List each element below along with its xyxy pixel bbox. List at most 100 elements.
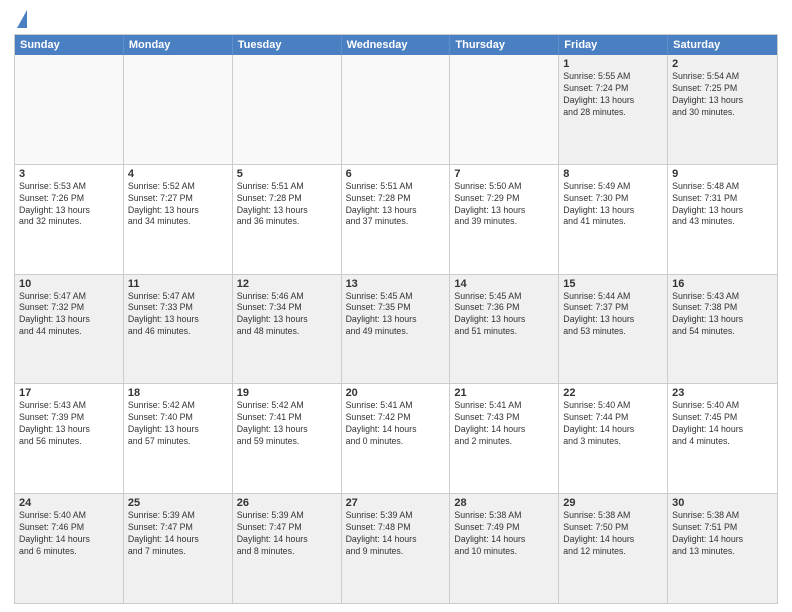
calendar-cell: 1Sunrise: 5:55 AM Sunset: 7:24 PM Daylig… <box>559 55 668 164</box>
calendar-cell: 4Sunrise: 5:52 AM Sunset: 7:27 PM Daylig… <box>124 165 233 274</box>
calendar-cell: 27Sunrise: 5:39 AM Sunset: 7:48 PM Dayli… <box>342 494 451 603</box>
calendar-row-3: 17Sunrise: 5:43 AM Sunset: 7:39 PM Dayli… <box>15 383 777 493</box>
day-info: Sunrise: 5:40 AM Sunset: 7:44 PM Dayligh… <box>563 400 663 448</box>
header-cell-tuesday: Tuesday <box>233 35 342 55</box>
calendar-cell: 15Sunrise: 5:44 AM Sunset: 7:37 PM Dayli… <box>559 275 668 384</box>
calendar-cell: 25Sunrise: 5:39 AM Sunset: 7:47 PM Dayli… <box>124 494 233 603</box>
day-info: Sunrise: 5:49 AM Sunset: 7:30 PM Dayligh… <box>563 181 663 229</box>
day-info: Sunrise: 5:47 AM Sunset: 7:32 PM Dayligh… <box>19 291 119 339</box>
day-number: 25 <box>128 497 228 509</box>
day-number: 22 <box>563 387 663 399</box>
day-number: 11 <box>128 278 228 290</box>
calendar-cell: 13Sunrise: 5:45 AM Sunset: 7:35 PM Dayli… <box>342 275 451 384</box>
day-info: Sunrise: 5:48 AM Sunset: 7:31 PM Dayligh… <box>672 181 773 229</box>
calendar-cell: 14Sunrise: 5:45 AM Sunset: 7:36 PM Dayli… <box>450 275 559 384</box>
day-info: Sunrise: 5:46 AM Sunset: 7:34 PM Dayligh… <box>237 291 337 339</box>
day-number: 6 <box>346 168 446 180</box>
day-info: Sunrise: 5:47 AM Sunset: 7:33 PM Dayligh… <box>128 291 228 339</box>
day-number: 5 <box>237 168 337 180</box>
day-number: 1 <box>563 58 663 70</box>
calendar-cell: 17Sunrise: 5:43 AM Sunset: 7:39 PM Dayli… <box>15 384 124 493</box>
calendar-cell: 30Sunrise: 5:38 AM Sunset: 7:51 PM Dayli… <box>668 494 777 603</box>
calendar-header: SundayMondayTuesdayWednesdayThursdayFrid… <box>15 35 777 55</box>
calendar-row-0: 1Sunrise: 5:55 AM Sunset: 7:24 PM Daylig… <box>15 55 777 164</box>
header-cell-sunday: Sunday <box>15 35 124 55</box>
day-info: Sunrise: 5:39 AM Sunset: 7:47 PM Dayligh… <box>237 510 337 558</box>
day-info: Sunrise: 5:45 AM Sunset: 7:35 PM Dayligh… <box>346 291 446 339</box>
calendar-cell: 29Sunrise: 5:38 AM Sunset: 7:50 PM Dayli… <box>559 494 668 603</box>
calendar-cell: 6Sunrise: 5:51 AM Sunset: 7:28 PM Daylig… <box>342 165 451 274</box>
day-info: Sunrise: 5:41 AM Sunset: 7:43 PM Dayligh… <box>454 400 554 448</box>
calendar-cell: 10Sunrise: 5:47 AM Sunset: 7:32 PM Dayli… <box>15 275 124 384</box>
day-number: 17 <box>19 387 119 399</box>
calendar-cell <box>124 55 233 164</box>
day-number: 10 <box>19 278 119 290</box>
calendar-cell: 20Sunrise: 5:41 AM Sunset: 7:42 PM Dayli… <box>342 384 451 493</box>
calendar-cell: 2Sunrise: 5:54 AM Sunset: 7:25 PM Daylig… <box>668 55 777 164</box>
day-info: Sunrise: 5:40 AM Sunset: 7:45 PM Dayligh… <box>672 400 773 448</box>
page: SundayMondayTuesdayWednesdayThursdayFrid… <box>0 0 792 612</box>
calendar-cell <box>233 55 342 164</box>
header-cell-saturday: Saturday <box>668 35 777 55</box>
calendar-cell: 16Sunrise: 5:43 AM Sunset: 7:38 PM Dayli… <box>668 275 777 384</box>
day-number: 28 <box>454 497 554 509</box>
calendar-cell: 19Sunrise: 5:42 AM Sunset: 7:41 PM Dayli… <box>233 384 342 493</box>
calendar-row-4: 24Sunrise: 5:40 AM Sunset: 7:46 PM Dayli… <box>15 493 777 603</box>
day-info: Sunrise: 5:45 AM Sunset: 7:36 PM Dayligh… <box>454 291 554 339</box>
day-info: Sunrise: 5:55 AM Sunset: 7:24 PM Dayligh… <box>563 71 663 119</box>
day-info: Sunrise: 5:51 AM Sunset: 7:28 PM Dayligh… <box>346 181 446 229</box>
day-info: Sunrise: 5:50 AM Sunset: 7:29 PM Dayligh… <box>454 181 554 229</box>
calendar-cell: 26Sunrise: 5:39 AM Sunset: 7:47 PM Dayli… <box>233 494 342 603</box>
calendar-cell: 3Sunrise: 5:53 AM Sunset: 7:26 PM Daylig… <box>15 165 124 274</box>
calendar-row-1: 3Sunrise: 5:53 AM Sunset: 7:26 PM Daylig… <box>15 164 777 274</box>
calendar-cell: 18Sunrise: 5:42 AM Sunset: 7:40 PM Dayli… <box>124 384 233 493</box>
day-info: Sunrise: 5:44 AM Sunset: 7:37 PM Dayligh… <box>563 291 663 339</box>
day-number: 26 <box>237 497 337 509</box>
day-number: 9 <box>672 168 773 180</box>
calendar-body: 1Sunrise: 5:55 AM Sunset: 7:24 PM Daylig… <box>15 55 777 603</box>
day-info: Sunrise: 5:38 AM Sunset: 7:50 PM Dayligh… <box>563 510 663 558</box>
header-cell-wednesday: Wednesday <box>342 35 451 55</box>
calendar-row-2: 10Sunrise: 5:47 AM Sunset: 7:32 PM Dayli… <box>15 274 777 384</box>
day-number: 23 <box>672 387 773 399</box>
day-number: 24 <box>19 497 119 509</box>
calendar: SundayMondayTuesdayWednesdayThursdayFrid… <box>14 34 778 604</box>
day-number: 19 <box>237 387 337 399</box>
header-cell-thursday: Thursday <box>450 35 559 55</box>
day-number: 12 <box>237 278 337 290</box>
day-info: Sunrise: 5:54 AM Sunset: 7:25 PM Dayligh… <box>672 71 773 119</box>
calendar-cell: 7Sunrise: 5:50 AM Sunset: 7:29 PM Daylig… <box>450 165 559 274</box>
day-info: Sunrise: 5:42 AM Sunset: 7:40 PM Dayligh… <box>128 400 228 448</box>
day-info: Sunrise: 5:41 AM Sunset: 7:42 PM Dayligh… <box>346 400 446 448</box>
day-info: Sunrise: 5:39 AM Sunset: 7:47 PM Dayligh… <box>128 510 228 558</box>
day-number: 21 <box>454 387 554 399</box>
calendar-cell: 23Sunrise: 5:40 AM Sunset: 7:45 PM Dayli… <box>668 384 777 493</box>
calendar-cell <box>15 55 124 164</box>
calendar-cell: 9Sunrise: 5:48 AM Sunset: 7:31 PM Daylig… <box>668 165 777 274</box>
day-info: Sunrise: 5:38 AM Sunset: 7:49 PM Dayligh… <box>454 510 554 558</box>
calendar-cell: 24Sunrise: 5:40 AM Sunset: 7:46 PM Dayli… <box>15 494 124 603</box>
day-info: Sunrise: 5:52 AM Sunset: 7:27 PM Dayligh… <box>128 181 228 229</box>
calendar-cell <box>342 55 451 164</box>
day-info: Sunrise: 5:43 AM Sunset: 7:38 PM Dayligh… <box>672 291 773 339</box>
day-number: 30 <box>672 497 773 509</box>
day-number: 27 <box>346 497 446 509</box>
day-info: Sunrise: 5:43 AM Sunset: 7:39 PM Dayligh… <box>19 400 119 448</box>
calendar-cell: 12Sunrise: 5:46 AM Sunset: 7:34 PM Dayli… <box>233 275 342 384</box>
calendar-cell: 8Sunrise: 5:49 AM Sunset: 7:30 PM Daylig… <box>559 165 668 274</box>
calendar-cell: 5Sunrise: 5:51 AM Sunset: 7:28 PM Daylig… <box>233 165 342 274</box>
calendar-cell <box>450 55 559 164</box>
calendar-cell: 11Sunrise: 5:47 AM Sunset: 7:33 PM Dayli… <box>124 275 233 384</box>
day-number: 3 <box>19 168 119 180</box>
header-cell-friday: Friday <box>559 35 668 55</box>
day-number: 29 <box>563 497 663 509</box>
day-number: 16 <box>672 278 773 290</box>
logo <box>14 14 27 28</box>
day-number: 7 <box>454 168 554 180</box>
day-info: Sunrise: 5:40 AM Sunset: 7:46 PM Dayligh… <box>19 510 119 558</box>
logo-triangle-icon <box>17 10 27 28</box>
day-info: Sunrise: 5:39 AM Sunset: 7:48 PM Dayligh… <box>346 510 446 558</box>
day-info: Sunrise: 5:42 AM Sunset: 7:41 PM Dayligh… <box>237 400 337 448</box>
day-number: 2 <box>672 58 773 70</box>
day-number: 4 <box>128 168 228 180</box>
